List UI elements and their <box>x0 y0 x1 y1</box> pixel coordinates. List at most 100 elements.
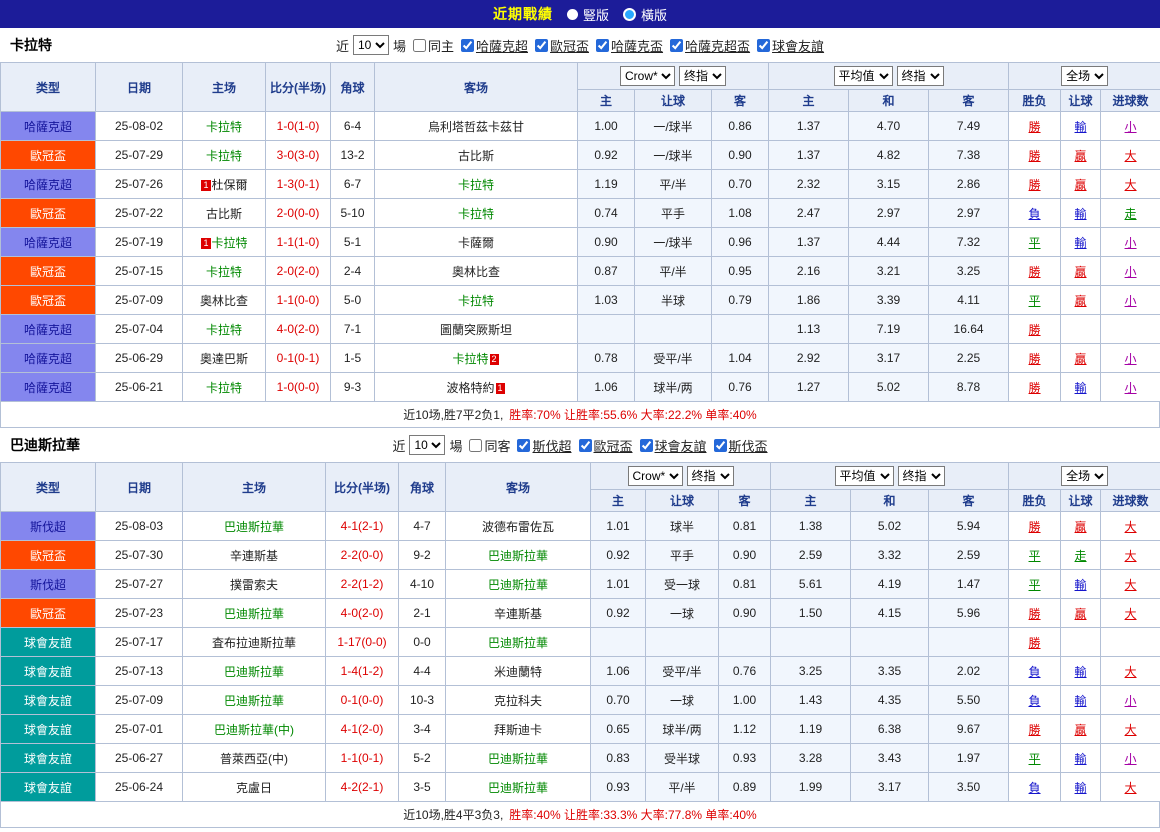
result-link[interactable]: 大 <box>1125 149 1137 163</box>
result-link[interactable]: 小 <box>1125 120 1137 134</box>
league-checkbox[interactable] <box>670 39 683 52</box>
odds-company-select[interactable]: Crow* <box>628 466 683 486</box>
score-cell[interactable]: 0-1(0-1) <box>266 344 331 373</box>
result-link[interactable]: 勝 <box>1029 120 1041 134</box>
league-checkbox[interactable] <box>714 439 727 452</box>
euro-final-index-select[interactable]: 终指 <box>897 66 944 86</box>
result-link[interactable]: 贏 <box>1075 178 1087 192</box>
league-checkbox[interactable] <box>461 39 474 52</box>
score-cell[interactable]: 2-2(1-2) <box>326 570 399 599</box>
result-link[interactable]: 負 <box>1029 665 1041 679</box>
result-link[interactable]: 勝 <box>1029 178 1041 192</box>
team-link[interactable]: 拜斯迪卡 <box>494 723 542 737</box>
score-cell[interactable]: 1-3(0-1) <box>266 170 331 199</box>
score-cell[interactable]: 4-1(2-1) <box>326 512 399 541</box>
score-cell[interactable]: 2-2(0-0) <box>326 541 399 570</box>
team-link[interactable]: 卡拉特 <box>212 236 248 250</box>
score-cell[interactable]: 1-0(0-0) <box>266 373 331 402</box>
result-link[interactable]: 平 <box>1029 549 1041 563</box>
league-filter[interactable]: 哈薩克超盃 <box>670 36 750 55</box>
result-link[interactable]: 大 <box>1125 549 1137 563</box>
team-link[interactable]: 卡拉特 <box>458 207 494 221</box>
result-link[interactable]: 大 <box>1125 578 1137 592</box>
result-link[interactable]: 勝 <box>1029 381 1041 395</box>
team-link[interactable]: 克拉科夫 <box>494 694 542 708</box>
score-cell[interactable]: 2-0(2-0) <box>266 257 331 286</box>
result-link[interactable]: 輸 <box>1075 694 1087 708</box>
result-link[interactable]: 平 <box>1029 578 1041 592</box>
recent-count-select[interactable]: 10 <box>353 35 389 55</box>
view-option-vertical[interactable]: 豎版 <box>567 5 609 24</box>
result-link[interactable]: 贏 <box>1075 607 1087 621</box>
team-link[interactable]: 卡拉特 <box>206 120 242 134</box>
score-cell[interactable]: 1-17(0-0) <box>326 628 399 657</box>
result-link[interactable]: 小 <box>1125 352 1137 366</box>
team-link[interactable]: 卡拉特 <box>206 149 242 163</box>
score-cell[interactable]: 0-1(0-0) <box>326 686 399 715</box>
team-link[interactable]: 古比斯 <box>458 149 494 163</box>
result-link[interactable]: 輸 <box>1075 578 1087 592</box>
result-link[interactable]: 小 <box>1125 752 1137 766</box>
result-link[interactable]: 小 <box>1125 694 1137 708</box>
team-link[interactable]: 巴迪斯拉華 <box>488 781 548 795</box>
result-link[interactable]: 負 <box>1029 694 1041 708</box>
result-link[interactable]: 勝 <box>1029 636 1041 650</box>
team-link[interactable]: 巴迪斯拉華 <box>224 520 284 534</box>
same-venue-checkbox[interactable] <box>469 439 482 452</box>
team-link[interactable]: 巴迪斯拉華 <box>488 636 548 650</box>
result-link[interactable]: 勝 <box>1029 149 1041 163</box>
team-link[interactable]: 辛連斯基 <box>230 549 278 563</box>
league-checkbox[interactable] <box>579 439 592 452</box>
team-link[interactable]: 卡拉特 <box>206 381 242 395</box>
score-cell[interactable]: 1-0(1-0) <box>266 112 331 141</box>
scope-select[interactable]: 全场 <box>1061 66 1108 86</box>
league-filter[interactable]: 哈薩克超 <box>461 36 528 55</box>
result-link[interactable]: 贏 <box>1075 352 1087 366</box>
result-link[interactable]: 勝 <box>1029 520 1041 534</box>
team-link[interactable]: 巴迪斯拉華 <box>224 607 284 621</box>
team-link[interactable]: 卡拉特 <box>206 323 242 337</box>
team-link[interactable]: 卡拉特 <box>206 265 242 279</box>
result-link[interactable]: 勝 <box>1029 352 1041 366</box>
team-link[interactable]: 波德布雷佐瓦 <box>482 520 554 534</box>
result-link[interactable]: 勝 <box>1029 723 1041 737</box>
team-link[interactable]: 査布拉迪斯拉華 <box>212 636 296 650</box>
handicap-final-index-select[interactable]: 终指 <box>687 466 734 486</box>
result-link[interactable]: 平 <box>1029 236 1041 250</box>
team-link[interactable]: 奧達巴斯 <box>200 352 248 366</box>
result-link[interactable]: 贏 <box>1075 265 1087 279</box>
result-link[interactable]: 小 <box>1125 265 1137 279</box>
result-link[interactable]: 勝 <box>1029 265 1041 279</box>
score-cell[interactable]: 1-4(1-2) <box>326 657 399 686</box>
score-cell[interactable]: 4-0(2-0) <box>266 315 331 344</box>
recent-count-select[interactable]: 10 <box>409 435 445 455</box>
euro-final-index-select[interactable]: 终指 <box>898 466 945 486</box>
team-link[interactable]: 卡薩爾 <box>458 236 494 250</box>
team-link[interactable]: 卡拉特 <box>458 178 494 192</box>
result-link[interactable]: 負 <box>1029 207 1041 221</box>
result-link[interactable]: 贏 <box>1075 149 1087 163</box>
league-checkbox[interactable] <box>535 39 548 52</box>
result-link[interactable]: 贏 <box>1075 723 1087 737</box>
result-link[interactable]: 輸 <box>1075 207 1087 221</box>
score-cell[interactable]: 4-0(2-0) <box>326 599 399 628</box>
team-link[interactable]: 古比斯 <box>206 207 242 221</box>
score-cell[interactable]: 3-0(3-0) <box>266 141 331 170</box>
result-link[interactable]: 贏 <box>1075 520 1087 534</box>
team-link[interactable]: 巴迪斯拉華 <box>488 578 548 592</box>
result-link[interactable]: 走 <box>1075 549 1087 563</box>
team-link[interactable]: 巴迪斯拉華 <box>488 752 548 766</box>
euro-average-select[interactable]: 平均值 <box>834 66 893 86</box>
team-link[interactable]: 奧林比查 <box>200 294 248 308</box>
team-link[interactable]: 杜保爾 <box>212 178 248 192</box>
league-checkbox[interactable] <box>757 39 770 52</box>
result-link[interactable]: 大 <box>1125 178 1137 192</box>
result-link[interactable]: 大 <box>1125 520 1137 534</box>
team-link[interactable]: 辛連斯基 <box>494 607 542 621</box>
score-cell[interactable]: 2-0(0-0) <box>266 199 331 228</box>
team-link[interactable]: 烏利塔哲茲卡茲甘 <box>428 120 524 134</box>
result-link[interactable]: 小 <box>1125 294 1137 308</box>
result-link[interactable]: 走 <box>1125 207 1137 221</box>
score-cell[interactable]: 1-1(0-1) <box>326 744 399 773</box>
result-link[interactable]: 大 <box>1125 607 1137 621</box>
